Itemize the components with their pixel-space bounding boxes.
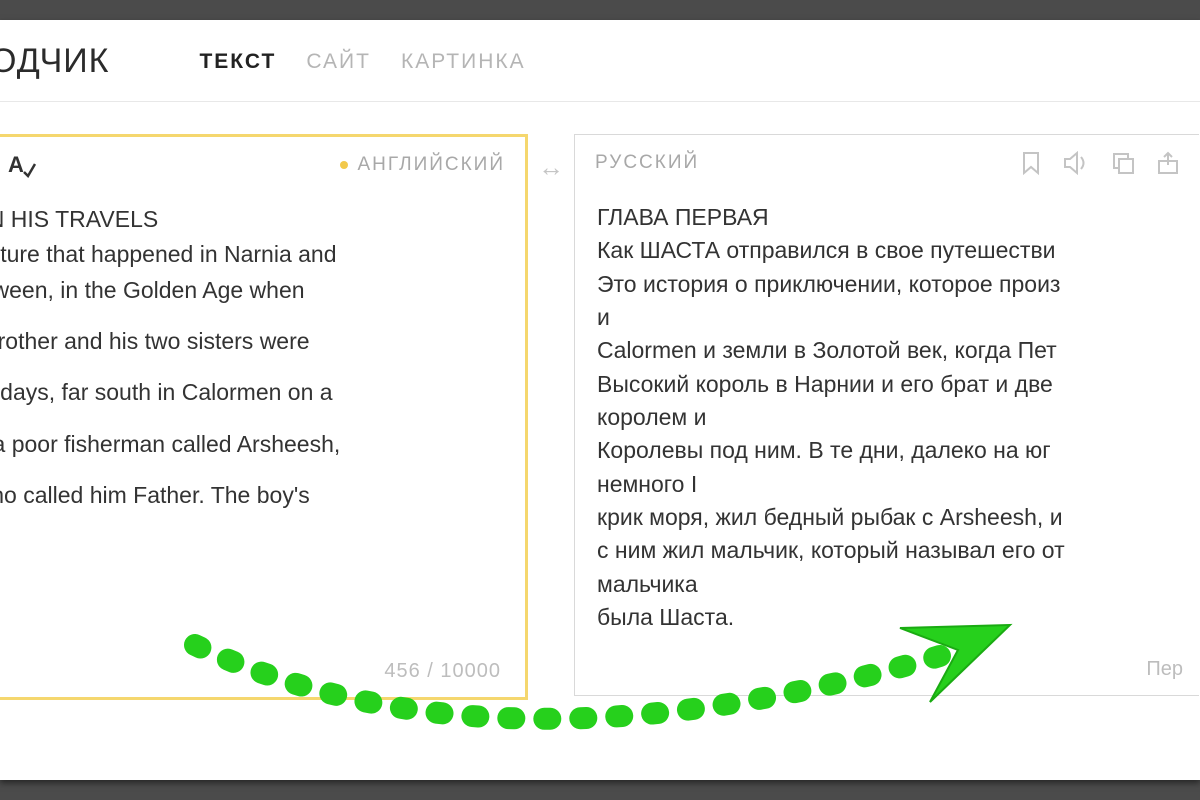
copy-icon[interactable] bbox=[1111, 151, 1135, 175]
bookmark-icon[interactable] bbox=[1021, 151, 1041, 175]
translate-panels: A АНГЛИЙСКИЙ ET OUT ON HIS TRAVELS of an… bbox=[0, 102, 1200, 700]
share-icon[interactable] bbox=[1157, 151, 1179, 175]
auto-detect-dot-icon bbox=[340, 161, 348, 169]
sound-icon[interactable] bbox=[1063, 151, 1089, 175]
tab-text[interactable]: ТЕКСТ bbox=[199, 50, 276, 74]
app-logo-text: ОДЧИК bbox=[0, 42, 109, 81]
header: ОДЧИК ТЕКСТ САЙТ КАРТИНКА bbox=[0, 20, 1200, 102]
tab-image[interactable]: КАРТИНКА bbox=[401, 50, 526, 74]
source-language-selector[interactable]: АНГЛИЙСКИЙ bbox=[340, 154, 506, 176]
source-language-label: АНГЛИЙСКИЙ bbox=[358, 154, 506, 176]
target-language-selector[interactable]: РУССКИЙ bbox=[595, 152, 699, 174]
char-counter: 456 / 10000 bbox=[384, 660, 501, 683]
source-panel: A АНГЛИЙСКИЙ ET OUT ON HIS TRAVELS of an… bbox=[0, 134, 528, 700]
mode-tabs: ТЕКСТ САЙТ КАРТИНКА bbox=[199, 50, 525, 74]
tab-site[interactable]: САЙТ bbox=[306, 50, 371, 74]
source-text-area[interactable]: ET OUT ON HIS TRAVELS of an adventure th… bbox=[0, 193, 525, 530]
swap-languages-button[interactable]: ↔ bbox=[528, 134, 574, 183]
target-text-area[interactable]: ГЛАВА ПЕРВАЯ Как ШАСТА отправился в свое… bbox=[575, 191, 1199, 634]
svg-text:A: A bbox=[8, 152, 24, 177]
target-footer-link[interactable]: Пер bbox=[1146, 658, 1183, 681]
target-panel: РУССКИЙ bbox=[574, 134, 1199, 696]
spellcheck-icon[interactable]: A bbox=[8, 152, 36, 178]
